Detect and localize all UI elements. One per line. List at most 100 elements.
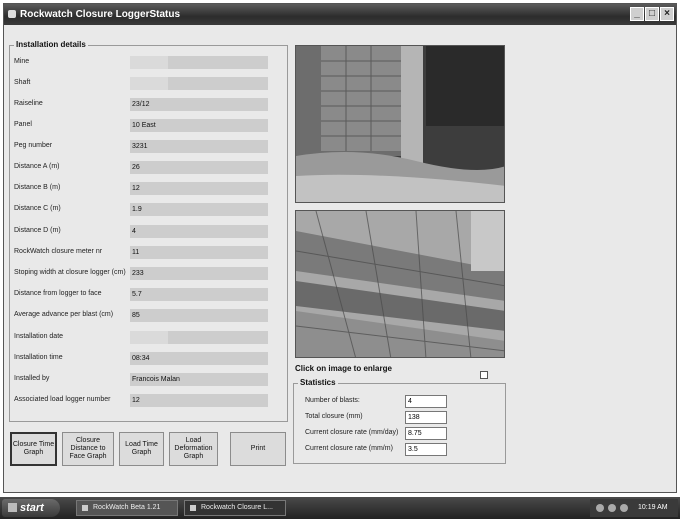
statistics-label: Statistics <box>298 378 338 387</box>
stat-row-blasts: Number of blasts: 4 <box>305 395 455 409</box>
field-label: RockWatch closure meter nr <box>14 248 103 255</box>
installation-photo-image <box>296 46 504 202</box>
tray-icon[interactable] <box>620 504 628 512</box>
stat-value[interactable]: 3.5 <box>405 443 447 456</box>
field-label: Panel <box>14 121 32 128</box>
field-label: Raiseline <box>14 100 43 107</box>
field-label: Average advance per blast (cm) <box>14 311 114 318</box>
field-value[interactable]: Francois Malan <box>130 373 268 386</box>
start-button[interactable]: start <box>2 499 60 517</box>
field-value-highlight <box>130 331 168 344</box>
stat-label: Total closure (mm) <box>305 413 363 420</box>
start-label: start <box>20 502 44 514</box>
installation-photo[interactable] <box>295 45 505 203</box>
field-value[interactable]: 233 <box>130 267 268 280</box>
field-row-load-logger: Associated load logger number 12 <box>14 394 274 408</box>
field-label: Mine <box>14 58 30 65</box>
field-label: Distance B (m) <box>14 184 61 191</box>
field-value[interactable]: 26 <box>130 161 268 174</box>
field-value[interactable]: 3231 <box>130 140 268 153</box>
stat-row-rate-m: Current closure rate (mm/m) 3.5 <box>305 443 455 457</box>
field-row-distance-c: Distance C (m) 1.9 <box>14 203 274 217</box>
field-value[interactable] <box>130 331 268 344</box>
field-row-installation-time: Installation time 08:34 <box>14 352 274 366</box>
stat-label: Number of blasts: <box>305 397 360 404</box>
field-row-installation-date: Installation date <box>14 331 274 345</box>
field-row-distance-b: Distance B (m) 12 <box>14 182 274 196</box>
field-value-highlight <box>130 56 168 69</box>
closure-time-graph-button[interactable]: Closure Time Graph <box>10 432 57 466</box>
title-bar[interactable]: Rockwatch Closure LoggerStatus _ □ × <box>4 4 676 25</box>
field-value[interactable]: 23/12 <box>130 98 268 111</box>
field-row-shaft: Shaft <box>14 77 274 91</box>
field-value[interactable]: 5.7 <box>130 288 268 301</box>
tray-icon[interactable] <box>608 504 616 512</box>
face-photo-image <box>296 211 504 357</box>
field-label: Peg number <box>14 142 53 149</box>
stat-row-total-closure: Total closure (mm) 138 <box>305 411 455 425</box>
field-label: Shaft <box>14 79 31 86</box>
window-title: Rockwatch Closure LoggerStatus <box>20 9 181 20</box>
app-icon <box>190 505 196 511</box>
stat-label: Current closure rate (mm/day) <box>305 429 399 436</box>
close-button[interactable]: × <box>660 7 674 21</box>
field-row-mine: Mine <box>14 56 274 70</box>
field-value[interactable]: 10 East <box>130 119 268 132</box>
field-row-stoping-width: Stoping width at closure logger (cm) 233 <box>14 267 274 281</box>
system-tray: 10:19 AM <box>590 499 678 517</box>
taskbar: start RockWatch Beta 1.21 Rockwatch Clos… <box>0 497 680 519</box>
field-row-panel: Panel 10 East <box>14 119 274 133</box>
field-label: Distance C (m) <box>14 205 61 212</box>
field-value-highlight <box>130 77 168 90</box>
stat-row-rate-day: Current closure rate (mm/day) 8.75 <box>305 427 455 441</box>
stat-value[interactable]: 138 <box>405 411 447 424</box>
image-caption: Click on image to enlarge <box>295 364 392 373</box>
field-label: Stoping width at closure logger (cm) <box>14 269 126 276</box>
maximize-button[interactable]: □ <box>645 7 659 21</box>
enlarge-checkbox[interactable] <box>480 371 488 379</box>
field-value[interactable]: 12 <box>130 182 268 195</box>
field-label: Installation date <box>14 333 64 340</box>
field-row-distance-d: Distance D (m) 4 <box>14 225 274 239</box>
print-button[interactable]: Print <box>230 432 286 466</box>
app-icon <box>8 10 16 18</box>
field-label: Installed by <box>14 375 50 382</box>
field-row-distance-a: Distance A (m) 26 <box>14 161 274 175</box>
closure-distance-graph-button[interactable]: Closure Distance to Face Graph <box>62 432 114 466</box>
tray-icon[interactable] <box>596 504 604 512</box>
app-icon <box>82 505 88 511</box>
stat-label: Current closure rate (mm/m) <box>305 445 393 452</box>
task-label: RockWatch Beta 1.21 <box>93 504 161 511</box>
windows-flag-icon <box>8 503 17 512</box>
field-row-distance-to-face: Distance from logger to face 5.7 <box>14 288 274 302</box>
installation-details-label: Installation details <box>14 40 88 49</box>
load-deformation-graph-button[interactable]: Load Deformation Graph <box>169 432 218 466</box>
face-photo[interactable] <box>295 210 505 358</box>
field-label: Distance A (m) <box>14 163 60 170</box>
field-row-closure-meter: RockWatch closure meter nr 11 <box>14 246 274 260</box>
clock: 10:19 AM <box>638 504 668 511</box>
field-label: Associated load logger number <box>14 396 111 403</box>
field-row-raiseline: Raiseline 23/12 <box>14 98 274 112</box>
field-value[interactable]: 1.9 <box>130 203 268 216</box>
field-value[interactable]: 4 <box>130 225 268 238</box>
field-row-installed-by: Installed by Francois Malan <box>14 373 274 387</box>
field-label: Distance D (m) <box>14 227 61 234</box>
field-value[interactable]: 08:34 <box>130 352 268 365</box>
taskbar-item-rockwatch[interactable]: RockWatch Beta 1.21 <box>76 500 178 516</box>
task-label: Rockwatch Closure L... <box>201 504 273 511</box>
field-value[interactable]: 12 <box>130 394 268 407</box>
field-label: Distance from logger to face <box>14 290 102 297</box>
field-row-average-advance: Average advance per blast (cm) 85 <box>14 309 274 323</box>
field-row-peg-number: Peg number 3231 <box>14 140 274 154</box>
field-value[interactable] <box>130 56 268 69</box>
field-value[interactable] <box>130 77 268 90</box>
stat-value[interactable]: 8.75 <box>405 427 447 440</box>
field-label: Installation time <box>14 354 63 361</box>
field-value[interactable]: 85 <box>130 309 268 322</box>
load-time-graph-button[interactable]: Load Time Graph <box>119 432 164 466</box>
minimize-button[interactable]: _ <box>630 7 644 21</box>
taskbar-item-closure-logger[interactable]: Rockwatch Closure L... <box>184 500 286 516</box>
field-value[interactable]: 11 <box>130 246 268 259</box>
stat-value[interactable]: 4 <box>405 395 447 408</box>
